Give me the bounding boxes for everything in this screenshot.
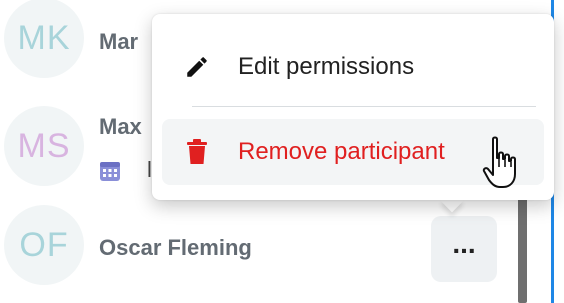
participants-panel: MK Mar MS Max l OF Oscar Fleming ... Edi… (0, 0, 564, 303)
scrollbar-thumb[interactable] (518, 190, 527, 303)
avatar: MK (4, 0, 84, 78)
participant-name: Oscar Fleming (99, 235, 252, 260)
trash-icon (176, 139, 218, 165)
avatar-initials: MS (17, 126, 71, 165)
hand-pointer-cursor-icon (481, 136, 521, 192)
menu-divider (192, 106, 536, 107)
calendar-icon (99, 160, 121, 182)
more-dots-icon: ... (452, 228, 476, 259)
avatar: OF (4, 205, 84, 285)
more-options-button[interactable]: ... (431, 216, 497, 282)
avatar: MS (4, 106, 84, 186)
menu-item-edit-permissions[interactable]: Edit permissions (162, 34, 544, 100)
pencil-icon (176, 54, 218, 80)
avatar-initials: MK (17, 18, 71, 57)
participant-name: Mar (99, 29, 139, 54)
menu-item-label: Remove participant (238, 138, 445, 165)
participant-name: Max (99, 114, 142, 139)
menu-item-label: Edit permissions (238, 53, 415, 80)
avatar-initials: OF (19, 225, 69, 264)
